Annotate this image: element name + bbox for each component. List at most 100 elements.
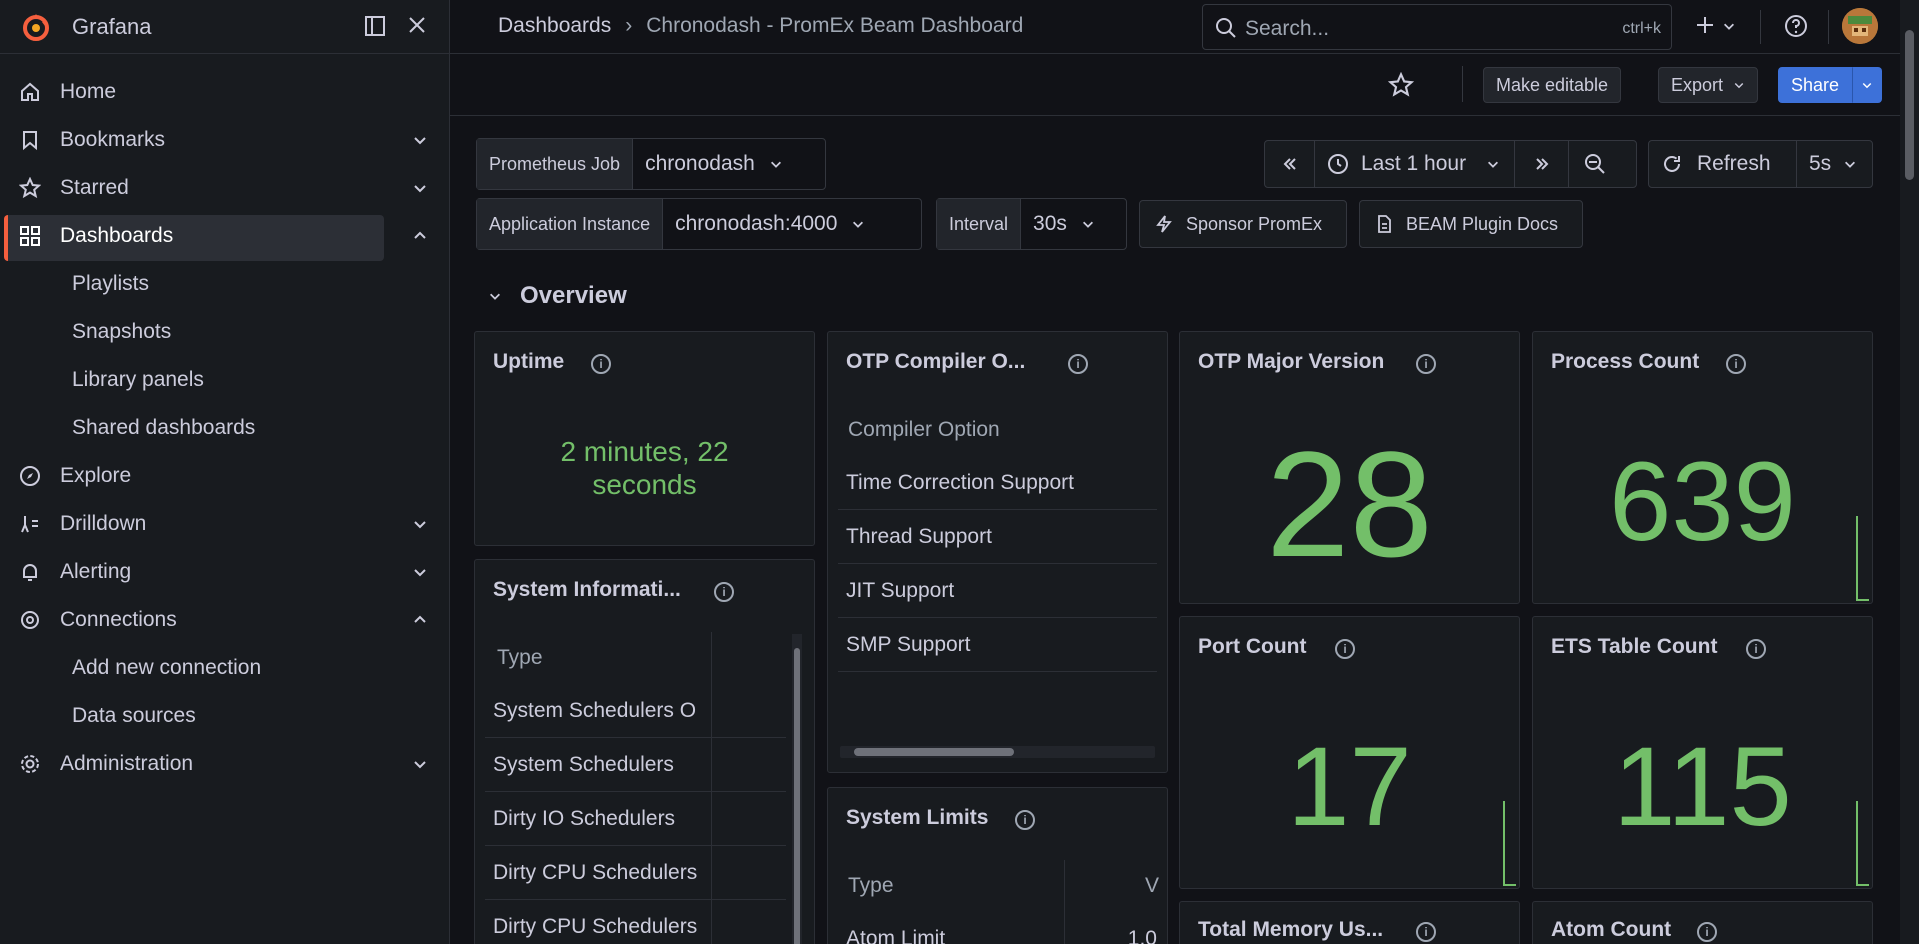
panel-ets-table-count[interactable]: ETS Table Count i 115 <box>1532 616 1873 889</box>
panel-title: OTP Major Version <box>1198 350 1385 373</box>
info-icon[interactable]: i <box>591 354 611 374</box>
nav-item-label: Starred <box>60 176 129 199</box>
zoom-out-button[interactable] <box>1569 141 1621 187</box>
search-input[interactable]: Search... ctrl+k <box>1202 4 1672 50</box>
dock-menu-icon[interactable] <box>364 15 386 37</box>
chevron-down-icon[interactable] <box>412 132 428 148</box>
horizontal-scrollbar[interactable] <box>840 746 1155 758</box>
sponsor-promex-link[interactable]: Sponsor PromEx <box>1139 200 1347 248</box>
nav-sub-snapshots[interactable]: Snapshots <box>0 308 450 356</box>
refresh-interval-picker[interactable]: 5s <box>1797 141 1872 187</box>
make-editable-label: Make editable <box>1496 74 1609 95</box>
nav-item-drilldown[interactable]: Drilldown <box>0 500 450 548</box>
nav-sub-add-new-connection[interactable]: Add new connection <box>0 644 450 692</box>
nav-item-dashboards[interactable]: Dashboards <box>0 212 450 261</box>
bolt-icon <box>1156 215 1172 233</box>
chevron-down-icon[interactable] <box>412 516 428 532</box>
nav-item-connections[interactable]: Connections <box>0 596 450 644</box>
table-row: Dirty CPU Schedulers <box>485 900 786 944</box>
nav-item-alerting[interactable]: Alerting <box>0 548 450 596</box>
var-value[interactable]: chronodash <box>633 139 795 189</box>
info-icon[interactable]: i <box>1416 922 1436 942</box>
panel-atom-count[interactable]: Atom Count i <box>1532 901 1873 944</box>
share-dropdown-button[interactable] <box>1852 67 1882 103</box>
nav-item-administration[interactable]: Administration <box>0 740 450 788</box>
info-icon[interactable]: i <box>1416 354 1436 374</box>
nav-item-home[interactable]: Home <box>0 68 450 116</box>
new-icon[interactable] <box>1694 14 1716 36</box>
var-value[interactable]: chronodash:4000 <box>663 199 877 249</box>
var-interval[interactable]: Interval 30s <box>936 198 1127 250</box>
info-icon[interactable]: i <box>714 582 734 602</box>
var-prometheus-job[interactable]: Prometheus Job chronodash <box>476 138 826 190</box>
export-button[interactable]: Export <box>1658 67 1759 103</box>
section-overview[interactable]: Overview <box>488 282 627 310</box>
table-header[interactable]: V <box>1145 874 1159 898</box>
chevron-up-icon[interactable] <box>412 228 428 244</box>
grafana-logo-icon[interactable] <box>20 11 52 43</box>
vertical-scrollbar[interactable] <box>792 634 802 944</box>
panel-system-information[interactable]: System Informati... i Type System Schedu… <box>474 559 815 944</box>
nav-item-starred[interactable]: Starred <box>0 164 450 212</box>
nav-item-label: Home <box>60 80 117 103</box>
panel-otp-compiler[interactable]: OTP Compiler O... i Compiler Option Time… <box>827 331 1168 773</box>
scrollbar-thumb[interactable] <box>1905 30 1914 180</box>
table-row: Thread Support <box>838 510 1157 564</box>
panel-port-count[interactable]: Port Count i 17 <box>1179 616 1520 889</box>
panel-otp-major-version[interactable]: OTP Major Version i 28 <box>1179 331 1520 604</box>
time-forward-button[interactable] <box>1515 141 1569 187</box>
table-header[interactable]: Type <box>848 874 894 898</box>
drilldown-icon <box>17 511 43 537</box>
stat-value: 17 <box>1287 724 1412 849</box>
chevron-down-icon[interactable] <box>412 180 428 196</box>
table-header[interactable]: Type <box>497 646 543 670</box>
nav-sub-shared-dashboards[interactable]: Shared dashboards <box>0 404 450 452</box>
chevron-up-icon[interactable] <box>412 612 428 628</box>
panel-title: Port Count <box>1198 635 1307 658</box>
chevron-down-icon <box>853 221 864 228</box>
info-icon[interactable]: i <box>1746 639 1766 659</box>
var-application-instance[interactable]: Application Instance chronodash:4000 <box>476 198 922 250</box>
info-icon[interactable]: i <box>1015 810 1035 830</box>
scrollbar-thumb[interactable] <box>794 648 800 944</box>
page-scrollbar[interactable] <box>1900 0 1919 944</box>
panel-total-memory[interactable]: Total Memory Us... i <box>1179 901 1520 944</box>
close-icon[interactable] <box>408 16 426 34</box>
var-value-text: 30s <box>1033 212 1067 235</box>
time-back-button[interactable] <box>1265 141 1315 187</box>
top-bar: Dashboards › Chronodash - PromEx Beam Dash… <box>450 0 1900 54</box>
breadcrumb-dashboards[interactable]: Dashboards <box>498 14 611 37</box>
nav-sub-data-sources[interactable]: Data sources <box>0 692 450 740</box>
avatar[interactable] <box>1842 8 1878 44</box>
info-icon[interactable]: i <box>1068 354 1088 374</box>
beam-plugin-docs-link[interactable]: BEAM Plugin Docs <box>1359 200 1583 248</box>
nav-sub-playlists[interactable]: Playlists <box>0 260 450 308</box>
time-range-picker[interactable]: Last 1 hour <box>1315 141 1515 187</box>
avatar-icon <box>1842 8 1878 44</box>
panel-uptime[interactable]: Uptime i 2 minutes, 22 seconds <box>474 331 815 546</box>
stat-value: 115 <box>1613 724 1792 849</box>
panel-process-count[interactable]: Process Count i 639 <box>1532 331 1873 604</box>
info-icon[interactable]: i <box>1697 922 1717 942</box>
help-icon[interactable] <box>1784 14 1808 38</box>
scrollbar-thumb[interactable] <box>854 748 1014 756</box>
nav-item-bookmarks[interactable]: Bookmarks <box>0 116 450 164</box>
make-editable-button[interactable]: Make editable <box>1483 67 1622 103</box>
nav-sub-library-panels[interactable]: Library panels <box>0 356 450 404</box>
info-icon[interactable]: i <box>1726 354 1746 374</box>
share-button[interactable]: Share <box>1778 67 1853 103</box>
chevron-down-icon <box>770 161 781 168</box>
chevron-down-icon <box>1734 82 1744 89</box>
var-label: Application Instance <box>477 199 664 249</box>
star-icon[interactable] <box>1388 72 1414 98</box>
chevron-down-icon[interactable] <box>412 756 428 772</box>
var-label: Prometheus Job <box>477 139 634 189</box>
table-header[interactable]: Compiler Option <box>848 418 1000 442</box>
var-value[interactable]: 30s <box>1021 199 1107 249</box>
panel-system-limits[interactable]: System Limits i Type V Atom Limit 1,0 <box>827 787 1168 944</box>
chevron-down-icon[interactable] <box>1722 19 1736 33</box>
nav-item-explore[interactable]: Explore <box>0 452 450 500</box>
info-icon[interactable]: i <box>1335 639 1355 659</box>
chevron-down-icon[interactable] <box>412 564 428 580</box>
refresh-button[interactable]: Refresh <box>1649 141 1797 187</box>
